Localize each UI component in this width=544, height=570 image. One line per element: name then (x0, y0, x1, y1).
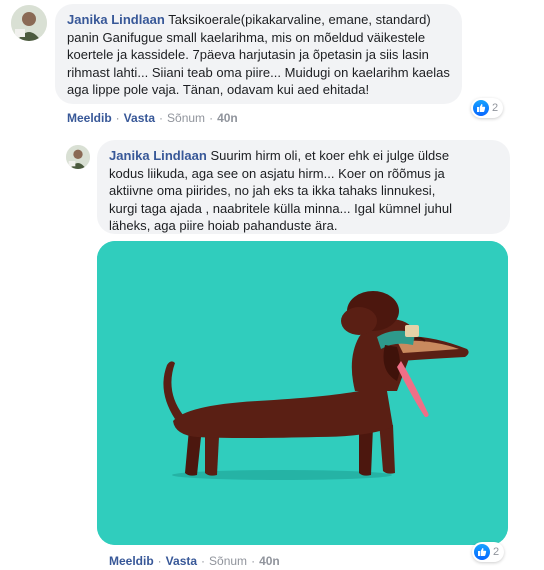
separator: · (157, 554, 162, 568)
comment-author[interactable]: Janika Lindlaan (67, 12, 165, 27)
thumbs-up-icon (474, 544, 490, 560)
separator: · (159, 111, 164, 125)
like-link[interactable]: Meeldib (109, 554, 154, 568)
reaction-count-badge[interactable]: 2 (472, 542, 505, 562)
avatar-photo-icon (66, 145, 90, 169)
comment-bubble: Janika Lindlaan Taksikoerale(pikakarvali… (55, 4, 462, 104)
author-avatar[interactable] (11, 5, 47, 41)
reply-link[interactable]: Vasta (166, 554, 197, 568)
dachshund-image (97, 241, 508, 545)
comment-author[interactable]: Janika Lindlaan (109, 148, 207, 163)
separator: · (201, 554, 206, 568)
comment-bubble: Janika Lindlaan Suurim hirm oli, et koer… (97, 140, 510, 234)
separator: · (209, 111, 214, 125)
separator: · (115, 111, 120, 125)
separator: · (251, 554, 256, 568)
like-link[interactable]: Meeldib (67, 111, 112, 125)
timestamp[interactable]: 40n (259, 554, 280, 568)
comment-actions: Meeldib · Vasta · Sõnum · 40n (67, 111, 238, 125)
reaction-count-badge[interactable]: 2 (471, 98, 504, 118)
timestamp[interactable]: 40n (217, 111, 238, 125)
reaction-count: 2 (492, 102, 499, 114)
reply-link[interactable]: Vasta (124, 111, 155, 125)
message-link[interactable]: Sõnum (209, 554, 247, 568)
dachshund-gif[interactable] (97, 241, 508, 545)
avatar-photo-icon (11, 5, 47, 41)
comment-actions: Meeldib · Vasta · Sõnum · 40n (109, 554, 280, 568)
author-avatar[interactable] (66, 145, 90, 169)
message-link[interactable]: Sõnum (167, 111, 205, 125)
reaction-count: 2 (493, 546, 500, 558)
thumbs-up-icon (473, 100, 489, 116)
